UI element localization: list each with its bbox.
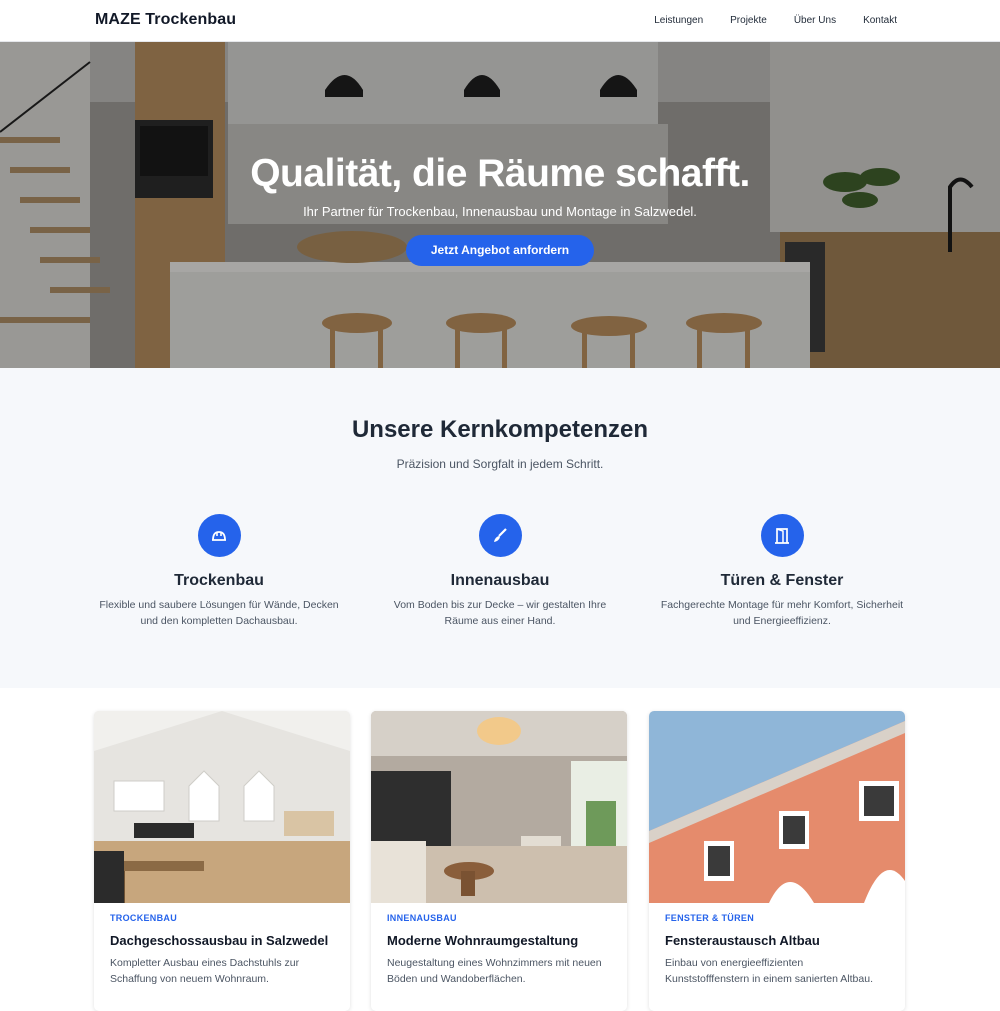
- nav-link-ueber-uns[interactable]: Über Uns: [794, 15, 836, 26]
- feature-title: Türen & Fenster: [720, 572, 844, 589]
- feature-text: Fachgerechte Montage für mehr Komfort, S…: [660, 599, 904, 627]
- project-title[interactable]: Fensteraustausch Altbau: [665, 931, 889, 950]
- competences-section: Unsere Kernkompetenzen Präzision und Sor…: [0, 368, 1000, 688]
- feature-innenausbau: Innenausbau Vom Boden bis zur Decke – wi…: [370, 514, 630, 629]
- project-description: Kompletter Ausbau eines Dachstuhls zur S…: [110, 957, 300, 985]
- feature-title: Trockenbau: [174, 572, 264, 589]
- door-icon: [760, 514, 804, 557]
- project-title[interactable]: Dachgeschossausbau in Salzwedel: [110, 931, 334, 950]
- feature-trockenbau: Trockenbau Flexible und saubere Lösungen…: [89, 514, 349, 629]
- project-category: TROCKENBAU: [110, 913, 177, 923]
- project-title[interactable]: Moderne Wohnraumgestaltung: [387, 931, 611, 950]
- project-card-fenster[interactable]: FENSTER & TÜREN Fensteraustausch Altbau …: [649, 711, 905, 1011]
- nav-link-projekte[interactable]: Projekte: [730, 15, 767, 26]
- project-category: INNENAUSBAU: [387, 913, 457, 923]
- top-navigation: MAZE Trockenbau Leistungen Projekte Über…: [0, 0, 1000, 42]
- brand-logo-text[interactable]: MAZE Trockenbau: [95, 11, 236, 29]
- feature-title: Innenausbau: [450, 572, 550, 589]
- competences-title: Unsere Kernkompetenzen: [351, 416, 649, 443]
- nav-link-kontakt[interactable]: Kontakt: [863, 15, 897, 26]
- project-card-wohnraum[interactable]: INNENAUSBAU Moderne Wohnraumgestaltung N…: [371, 711, 627, 1011]
- paint-brush-icon: [478, 514, 522, 557]
- feature-text: Vom Boden bis zur Decke – wir gestalten …: [393, 599, 607, 627]
- project-category: FENSTER & TÜREN: [665, 913, 755, 923]
- nav-link-leistungen[interactable]: Leistungen: [654, 15, 703, 26]
- project-image-living-room: [371, 711, 627, 903]
- project-image-old-building: [649, 711, 905, 903]
- feature-text: Flexible und saubere Lösungen für Wände,…: [99, 599, 339, 627]
- hero-section: Qualität, die Räume schafft. Ihr Partner…: [0, 42, 1000, 368]
- request-quote-button[interactable]: Jetzt Angebot anfordern: [406, 235, 594, 266]
- nav-links: Leistungen Projekte Über Uns Kontakt: [654, 15, 897, 26]
- feature-tueren-fenster: Türen & Fenster Fachgerechte Montage für…: [652, 514, 912, 629]
- project-image-attic: [94, 711, 350, 903]
- hard-hat-icon: [197, 514, 241, 557]
- competences-subtitle: Präzision und Sorgfalt in jedem Schritt.: [396, 457, 604, 471]
- project-description: Neugestaltung eines Wohnzimmers mit neue…: [387, 957, 602, 985]
- hero-subtitle: Ihr Partner für Trockenbau, Innenausbau …: [303, 204, 697, 219]
- hero-title: Qualität, die Räume schafft.: [250, 152, 750, 195]
- project-description: Einbau von energieeffizienten Kunststoff…: [665, 957, 873, 985]
- project-card-dachgeschoss[interactable]: TROCKENBAU Dachgeschossausbau in Salzwed…: [94, 711, 350, 1011]
